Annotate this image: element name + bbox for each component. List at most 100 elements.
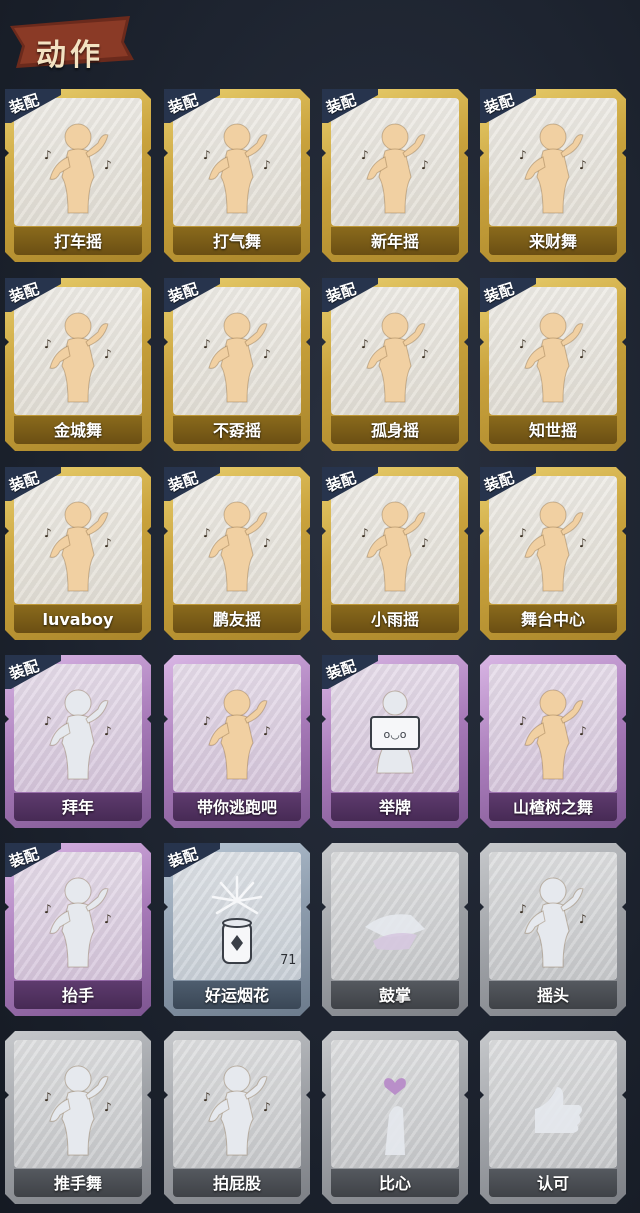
dance-pose-icon: ♪ ♪ (38, 306, 118, 406)
emote-card[interactable]: ♪ ♪ 新年摇 装配 (322, 89, 468, 262)
equipped-badge: 装配 (5, 655, 61, 689)
svg-text:♪: ♪ (263, 724, 271, 738)
emote-card[interactable]: ♪ ♪ 拍屁股 (164, 1031, 310, 1204)
emote-card[interactable]: ♪ ♪ 舞台中心 装配 (480, 467, 626, 640)
emote-name: 打气舞 (212, 232, 261, 251)
emote-name: 举牌 (378, 798, 411, 817)
push-hands-icon: ♪ ♪ (38, 1059, 118, 1159)
equipped-badge: 装配 (322, 467, 378, 501)
emote-card[interactable]: ♪ ♪ 鹏友摇 装配 (164, 467, 310, 640)
svg-text:♪: ♪ (104, 347, 112, 361)
sign-hold-icon: o◡o (355, 683, 435, 783)
svg-text:♪: ♪ (421, 158, 429, 172)
emote-name: 山楂树之舞 (512, 798, 593, 817)
emote-name: 鼓掌 (378, 986, 411, 1005)
emote-name: 拍屁股 (212, 1174, 261, 1193)
svg-text:♪: ♪ (104, 536, 112, 550)
emote-card[interactable]: 好运烟花 装配 71 (164, 843, 310, 1016)
equipped-badge: 装配 (5, 278, 61, 312)
svg-text:♪: ♪ (421, 347, 429, 361)
emote-card[interactable]: ♪ ♪ 小雨摇 装配 (322, 467, 468, 640)
dance-pose-icon: ♪ ♪ (197, 306, 277, 406)
svg-text:♪: ♪ (519, 714, 527, 728)
equipped-badge: 装配 (480, 278, 536, 312)
svg-text:♪: ♪ (203, 714, 211, 728)
dance-pose-icon: ♪ ♪ (38, 117, 118, 217)
emote-name: 拜年 (61, 798, 94, 817)
equipped-badge: 装配 (5, 89, 61, 123)
emote-name: 比心 (378, 1174, 411, 1193)
dance-pose-icon: ♪ ♪ (355, 495, 435, 595)
firework-icon (197, 871, 277, 971)
emote-name: luvaboy (42, 610, 114, 629)
equipped-badge: 装配 (480, 467, 536, 501)
thumbs-up-icon (513, 1059, 593, 1159)
dance-pose-icon: ♪ ♪ (197, 683, 277, 783)
emote-name: 鹏友摇 (212, 610, 261, 629)
emote-name: 带你逃跑吧 (196, 798, 277, 817)
emote-collection-page: 动作 ♪ ♪ 打车摇 装配 ♪ ♪ 打气舞 装配 ♪ ♪ 新年摇 装配 ♪ ♪ … (0, 0, 640, 1213)
emote-card[interactable]: ♪ ♪ 知世摇 装配 (480, 278, 626, 451)
svg-text:♪: ♪ (104, 158, 112, 172)
equipped-badge: 装配 (164, 467, 220, 501)
emote-card[interactable]: ♪ ♪ 抬手 装配 (5, 843, 151, 1016)
emote-card[interactable]: o◡o 举牌 装配 (322, 655, 468, 828)
emote-card[interactable]: ♪ ♪ 摇头 (480, 843, 626, 1016)
finger-heart-icon (355, 1059, 435, 1159)
dance-pose-icon: ♪ ♪ (513, 495, 593, 595)
svg-text:♪: ♪ (263, 536, 271, 550)
svg-text:♪: ♪ (263, 158, 271, 172)
page-title: 动作 (36, 38, 104, 73)
svg-text:♪: ♪ (579, 912, 587, 926)
svg-text:♪: ♪ (203, 1090, 211, 1104)
svg-text:♪: ♪ (104, 1100, 112, 1114)
pat-icon: ♪ ♪ (197, 1059, 277, 1159)
emote-card[interactable]: ♪ ♪ 拜年 装配 (5, 655, 151, 828)
svg-text:♪: ♪ (203, 148, 211, 162)
svg-text:♪: ♪ (44, 526, 52, 540)
shake-head-icon: ♪ ♪ (513, 871, 593, 971)
dance-pose-icon: ♪ ♪ (513, 117, 593, 217)
emote-card[interactable]: ♪ ♪ 打气舞 装配 (164, 89, 310, 262)
svg-text:♪: ♪ (203, 526, 211, 540)
emote-card[interactable]: ♪ ♪ 打车摇 装配 (5, 89, 151, 262)
equipped-badge: 装配 (480, 89, 536, 123)
emote-card[interactable]: ♪ ♪ 不孬摇 装配 (164, 278, 310, 451)
svg-text:♪: ♪ (263, 347, 271, 361)
svg-text:♪: ♪ (44, 1090, 52, 1104)
emote-card[interactable]: ♪ ♪ 山楂树之舞 (480, 655, 626, 828)
svg-text:♪: ♪ (519, 337, 527, 351)
emote-name: 打车摇 (53, 232, 102, 251)
svg-text:♪: ♪ (361, 148, 369, 162)
equipped-badge: 装配 (322, 278, 378, 312)
emote-card[interactable]: ♪ ♪ luvaboy 装配 (5, 467, 151, 640)
title-ribbon: 动作 (6, 12, 136, 73)
emote-name: 来财舞 (528, 232, 577, 251)
emote-card[interactable]: ♪ ♪ 金城舞 装配 (5, 278, 151, 451)
emote-card[interactable]: ♪ ♪ 推手舞 (5, 1031, 151, 1204)
emote-name: 认可 (536, 1174, 569, 1193)
equipped-badge: 装配 (164, 278, 220, 312)
emote-name: 好运烟花 (204, 986, 269, 1005)
svg-text:♪: ♪ (44, 714, 52, 728)
svg-text:♪: ♪ (44, 148, 52, 162)
svg-text:♪: ♪ (579, 724, 587, 738)
emote-card[interactable]: 比心 (322, 1031, 468, 1204)
emote-card[interactable]: ♪ ♪ 孤身摇 装配 (322, 278, 468, 451)
emote-card[interactable]: ♪ ♪ 来财舞 装配 (480, 89, 626, 262)
emote-name: 摇头 (536, 986, 569, 1005)
emote-card[interactable]: 认可 (480, 1031, 626, 1204)
dance-pose-icon: ♪ ♪ (38, 495, 118, 595)
equipped-badge: 装配 (5, 467, 61, 501)
svg-text:♪: ♪ (421, 536, 429, 550)
svg-text:♪: ♪ (361, 337, 369, 351)
equipped-badge: 装配 (322, 89, 378, 123)
emote-card[interactable]: 鼓掌 (322, 843, 468, 1016)
item-count: 71 (280, 953, 296, 968)
dance-pose-icon: ♪ ♪ (355, 306, 435, 406)
emote-name: 推手舞 (53, 1174, 102, 1193)
svg-text:♪: ♪ (44, 902, 52, 916)
raise-hand-icon: ♪ ♪ (38, 871, 118, 971)
svg-text:♪: ♪ (579, 158, 587, 172)
emote-card[interactable]: ♪ ♪ 带你逃跑吧 (164, 655, 310, 828)
